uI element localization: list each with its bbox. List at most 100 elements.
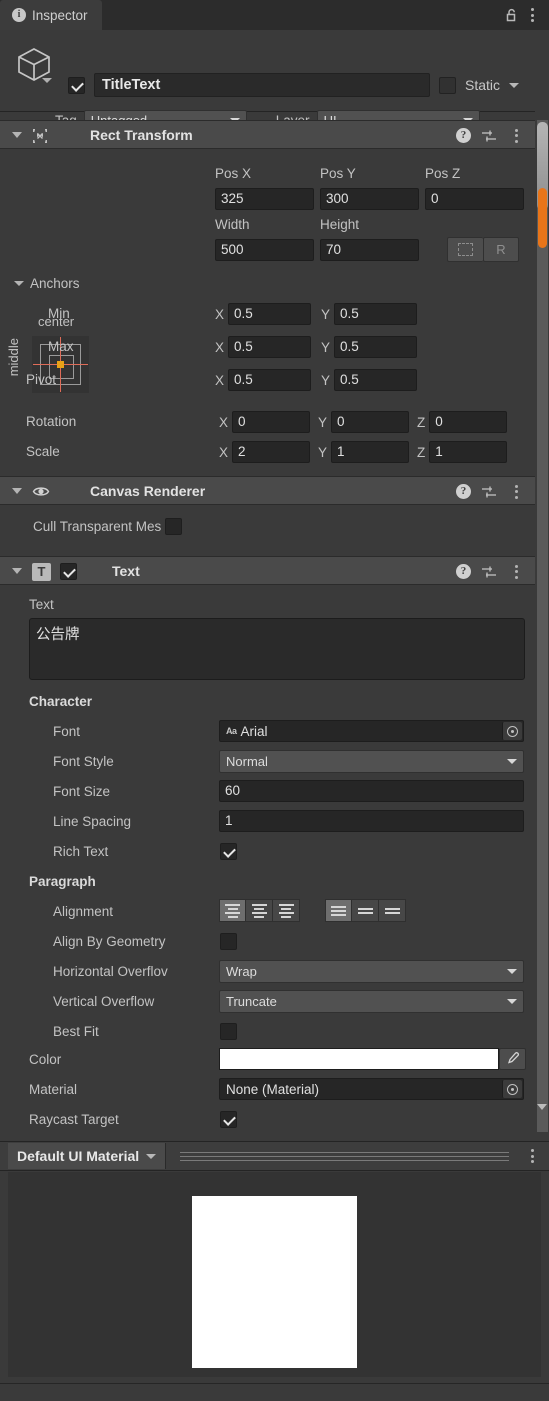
tab-inspector[interactable]: i Inspector — [0, 0, 102, 30]
material-preview-bar: Default UI Material — [0, 1141, 549, 1171]
align-middle-button[interactable] — [352, 899, 379, 922]
anchor-min-y-input[interactable]: 0.5 — [334, 303, 418, 325]
kebab-menu-icon[interactable] — [523, 1146, 541, 1166]
anchor-min-label: Min — [48, 306, 70, 321]
axis-x-label: X — [215, 339, 225, 355]
kebab-menu-icon[interactable] — [523, 5, 541, 25]
component-header-rect-transform[interactable]: Rect Transform ? — [0, 120, 535, 149]
text-content-textarea[interactable]: 公告牌 — [29, 618, 525, 680]
inspector-scrollbar[interactable] — [535, 30, 549, 1132]
color-label: Color — [29, 1052, 62, 1067]
help-icon[interactable]: ? — [456, 564, 471, 579]
rect-transform-header-actions: ? — [456, 121, 525, 150]
rotation-z-input[interactable]: 0 — [429, 411, 508, 433]
cull-transparent-mesh-checkbox[interactable] — [165, 518, 183, 535]
chevron-down-icon — [146, 1153, 157, 1159]
width-input[interactable]: 500 — [215, 239, 314, 261]
object-picker-button[interactable] — [502, 722, 522, 740]
help-icon[interactable]: ? — [456, 484, 471, 499]
component-header-canvas-renderer[interactable]: Canvas Renderer ? — [0, 476, 535, 505]
raw-edit-mode-button[interactable]: R — [483, 237, 519, 262]
align-right-button[interactable] — [273, 899, 300, 922]
anchors-foldout[interactable]: Anchors — [14, 276, 80, 291]
text-enabled-checkbox[interactable] — [60, 563, 77, 580]
gameobject-enabled-checkbox[interactable] — [68, 76, 85, 94]
tab-bar: i Inspector — [0, 0, 549, 30]
height-input[interactable]: 70 — [320, 239, 419, 261]
help-icon[interactable]: ? — [456, 128, 471, 143]
eyedropper-icon — [506, 1051, 520, 1068]
rect-transform-body: center middle Pos X Pos Y Pos Z 325 300 … — [0, 150, 535, 470]
anchor-max-x-input[interactable]: 0.5 — [228, 336, 312, 358]
lock-icon[interactable] — [501, 5, 521, 25]
foldout-arrow-icon[interactable] — [12, 567, 22, 574]
component-header-text[interactable]: T Text ? — [0, 556, 535, 585]
kebab-menu-icon[interactable] — [507, 562, 525, 582]
rotation-x-input[interactable]: 0 — [232, 411, 311, 433]
preset-settings-icon[interactable] — [481, 485, 497, 499]
static-dropdown-caret-icon[interactable] — [509, 82, 520, 88]
best-fit-checkbox[interactable] — [220, 1023, 237, 1040]
width-label: Width — [215, 217, 250, 232]
status-bar — [0, 1383, 549, 1401]
align-bottom-button[interactable] — [379, 899, 406, 922]
foldout-arrow-icon[interactable] — [12, 131, 22, 138]
raycast-target-checkbox[interactable] — [220, 1111, 237, 1128]
pos-z-label: Pos Z — [425, 166, 461, 181]
chevron-down-icon — [507, 759, 517, 764]
object-picker-button[interactable] — [502, 1080, 522, 1098]
preset-settings-icon[interactable] — [481, 565, 497, 579]
object-header: TitleText Static Tag Untagged Layer UI — [0, 30, 535, 131]
scroll-down-arrow-icon[interactable] — [537, 1104, 547, 1110]
font-aa-icon: Aa — [226, 726, 237, 736]
anchor-max-y-input[interactable]: 0.5 — [334, 336, 418, 358]
scrollbar-track[interactable] — [537, 120, 548, 1132]
font-size-label: Font Size — [53, 784, 111, 799]
horizontal-overflow-label: Horizontal Overflov — [53, 964, 168, 979]
scale-x-input[interactable]: 2 — [232, 441, 311, 463]
static-label: Static — [465, 77, 501, 93]
prefab-caret-icon[interactable] — [42, 78, 52, 83]
pos-z-input[interactable]: 0 — [425, 188, 524, 210]
pivot-y-input[interactable]: 0.5 — [334, 369, 418, 391]
align-center-button[interactable] — [246, 899, 273, 922]
foldout-arrow-icon[interactable] — [12, 487, 22, 494]
horizontal-overflow-dropdown[interactable]: Wrap — [219, 960, 524, 983]
anchors-label: Anchors — [30, 276, 80, 291]
axis-x-label: X — [219, 444, 229, 460]
font-style-dropdown[interactable]: Normal — [219, 750, 524, 773]
pos-y-label: Pos Y — [320, 166, 356, 181]
preset-settings-icon[interactable] — [481, 129, 497, 143]
kebab-menu-icon[interactable] — [507, 126, 525, 146]
font-object-field[interactable]: Aa Arial — [219, 720, 524, 742]
align-left-button[interactable] — [219, 899, 246, 922]
align-by-geometry-checkbox[interactable] — [220, 933, 237, 950]
anchor-min-x-input[interactable]: 0.5 — [228, 303, 312, 325]
color-picker-button[interactable] — [499, 1048, 526, 1070]
vertical-overflow-dropdown[interactable]: Truncate — [219, 990, 524, 1013]
pivot-x-input[interactable]: 0.5 — [228, 369, 312, 391]
material-name-label: Default UI Material — [17, 1148, 140, 1164]
kebab-menu-icon[interactable] — [507, 482, 525, 502]
pos-y-input[interactable]: 300 — [320, 188, 419, 210]
font-size-input[interactable]: 60 — [219, 780, 524, 802]
material-object-field[interactable]: None (Material) — [219, 1078, 524, 1100]
static-checkbox[interactable] — [439, 76, 456, 94]
chevron-down-icon — [507, 969, 517, 974]
rotation-y-input[interactable]: 0 — [331, 411, 410, 433]
material-name-dropdown[interactable]: Default UI Material — [8, 1143, 167, 1169]
pos-x-input[interactable]: 325 — [215, 188, 314, 210]
scrollbar-thumb-accent[interactable] — [538, 188, 547, 248]
canvas-renderer-title: Canvas Renderer — [90, 482, 206, 499]
color-swatch-field[interactable] — [219, 1048, 499, 1070]
align-top-button[interactable] — [325, 899, 352, 922]
blueprint-dashed-icon — [458, 243, 473, 256]
font-label: Font — [53, 724, 81, 739]
gameobject-name-input[interactable]: TitleText — [94, 73, 430, 97]
axis-y-label: Y — [321, 339, 331, 355]
scale-y-input[interactable]: 1 — [331, 441, 410, 463]
blueprint-mode-button[interactable] — [447, 237, 483, 262]
rich-text-checkbox[interactable] — [220, 843, 237, 860]
line-spacing-input[interactable]: 1 — [219, 810, 524, 832]
scale-z-input[interactable]: 1 — [429, 441, 508, 463]
